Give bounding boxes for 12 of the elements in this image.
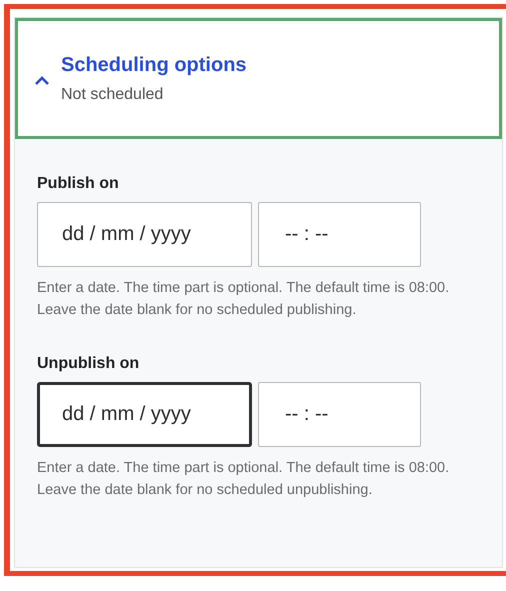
help-text: Enter a date. The time part is optional. The default time is 08:00. Leave the date blank for no scheduled unpublishing. xyxy=(37,459,450,500)
help-text: Enter a date. The time part is optional. The default time is 08:00. Leave the date blank for no scheduled publishing. xyxy=(37,279,450,320)
field-label: Unpublish on xyxy=(37,355,140,373)
section-summary: Not scheduled xyxy=(61,86,164,104)
time-field[interactable]: -- : -- xyxy=(258,382,421,447)
date-field[interactable]: dd / mm / yyyy xyxy=(37,382,252,447)
scheduling-toggle[interactable]: Scheduling options Not scheduled xyxy=(15,18,502,139)
date-field[interactable]: dd / mm / yyyy xyxy=(37,202,252,267)
time-field[interactable]: -- : -- xyxy=(258,202,421,267)
field-label: Publish on xyxy=(37,175,120,193)
section-title: Scheduling options xyxy=(61,54,247,76)
chevron-icon xyxy=(34,76,50,86)
